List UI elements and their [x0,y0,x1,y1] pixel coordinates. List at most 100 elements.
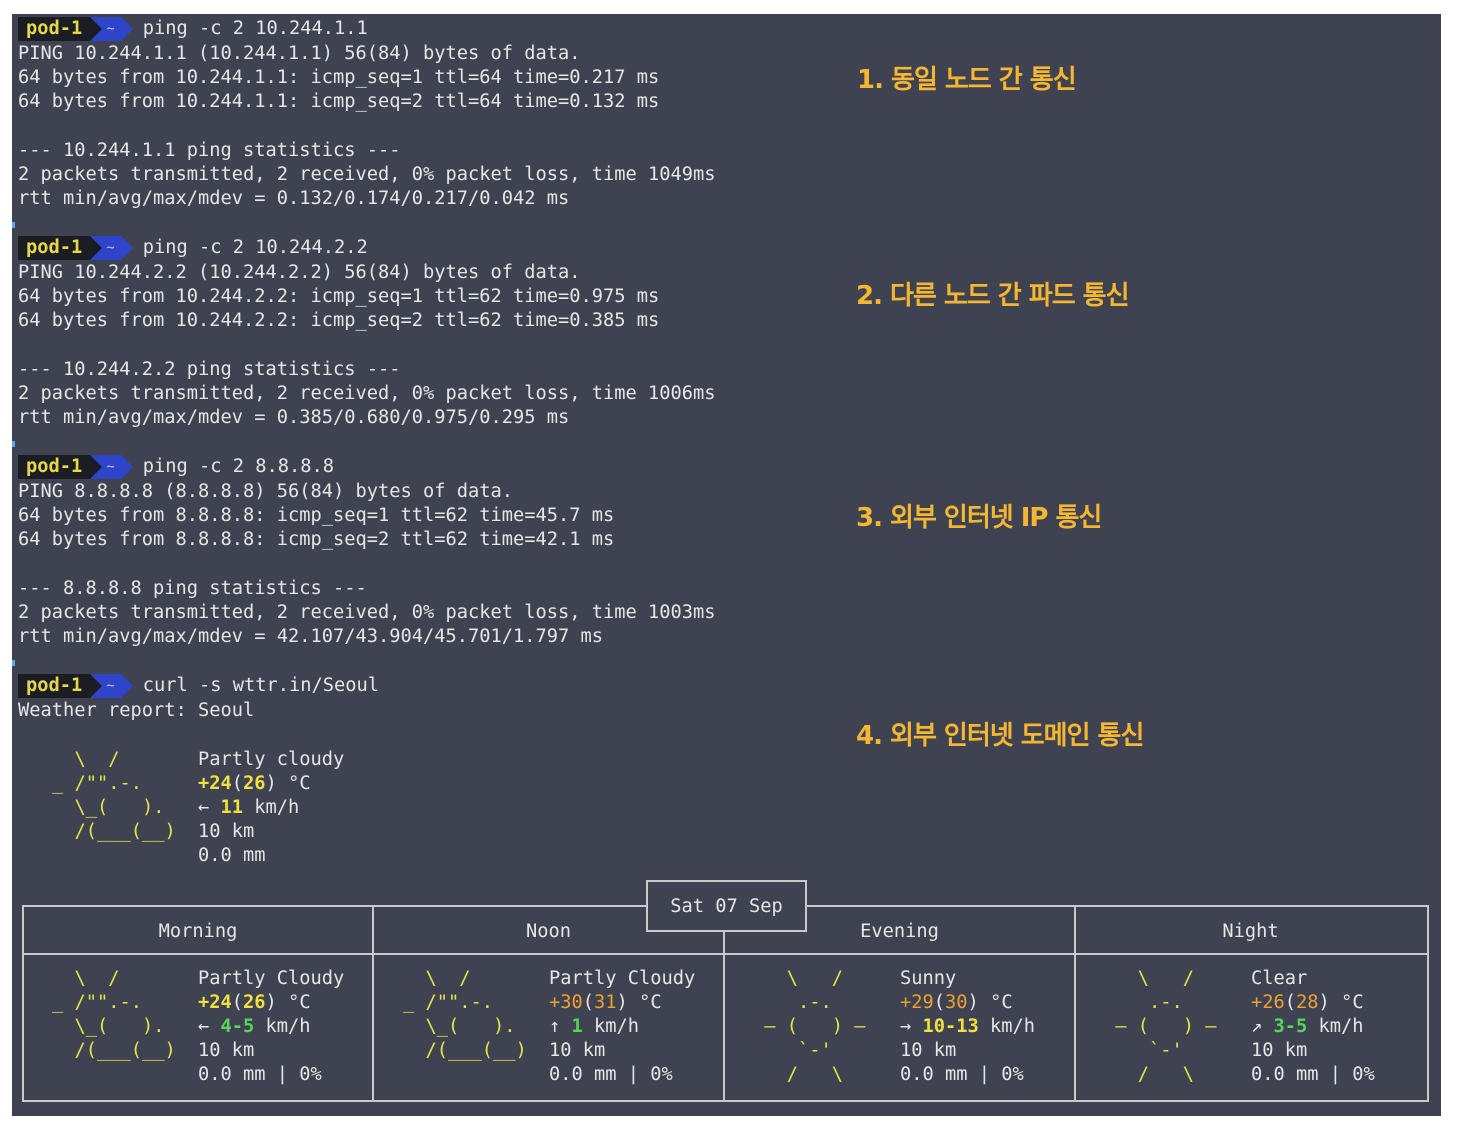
weather-art-line: `-' [1104,1040,1183,1061]
output-line: 64 bytes from 10.244.2.2: icmp_seq=1 ttl… [18,286,660,307]
wind-unit: km/h [254,1016,311,1037]
temp-value: +29 [900,992,934,1013]
terminal-window[interactable]: pod-1 ~ ping -c 2 10.244.1.1 PING 10.244.1… [12,14,1441,1116]
wind-speed: 4-5 [220,1016,255,1037]
weather-art-line: \_( ). [403,1016,516,1037]
period-header-morning: Morning [158,921,238,942]
weather-art-line: \ / [52,968,120,989]
output-line: rtt min/avg/max/mdev = 42.107/43.904/45.… [18,626,604,647]
output-line: Weather report: Seoul [18,700,255,721]
feels-like-value: 30 [945,992,968,1013]
temp-unit: °C [276,992,311,1013]
wind-unit: km/h [243,797,300,818]
scroll-mark [12,222,15,228]
annotation-label: 4. 외부 인터넷 도메인 통신 [856,721,1144,751]
shell-prompt: pod-1 ~ ping -c 2 8.8.8.8 [18,455,334,479]
command-text: curl -s wttr.in/Seoul [142,675,379,696]
output-line: 2 packets transmitted, 2 received, 0% pa… [18,164,716,185]
output-line: rtt min/avg/max/mdev = 0.132/0.174/0.217… [18,188,570,209]
weather-art-line: .-. [1104,992,1183,1013]
weather-wind: ← 4-5 km/h [198,1015,311,1039]
weather-art-line: .-. [753,992,832,1013]
wind-speed: 3-5 [1273,1016,1308,1037]
output-line: 64 bytes from 10.244.1.1: icmp_seq=1 ttl… [18,67,660,88]
prompt-separator [90,455,103,479]
weather-art-line: `-' [753,1040,832,1061]
weather-art-line: / \ [753,1064,844,1085]
wind-unit: km/h [978,1016,1036,1037]
temp-value: +30 [549,992,583,1013]
output-line: 64 bytes from 10.244.1.1: icmp_seq=2 ttl… [18,91,660,112]
output-line: PING 10.244.2.2 (10.244.2.2) 56(84) byte… [18,262,581,283]
output-line: PING 10.244.1.1 (10.244.1.1) 56(84) byte… [18,43,581,64]
weather-visibility: 10 km [198,1040,255,1061]
temp-unit: °C [276,773,311,794]
weather-art-line: / \ [1104,1064,1195,1085]
feels-like-value: 26 [243,992,266,1013]
output-line: 64 bytes from 8.8.8.8: icmp_seq=1 ttl=62… [18,505,615,526]
weather-art-line: _ /"".-. [52,773,143,794]
annotation-label: 2. 다른 노드 간 파드 통신 [856,281,1130,311]
weather-condition: Clear [1251,968,1308,989]
table-divider [723,928,725,1100]
shell-prompt: pod-1 ~ ping -c 2 10.244.2.2 [18,236,368,260]
directory-segment: ~ [102,236,121,260]
temp-unit: °C [978,992,1013,1013]
weather-precipitation: 0.0 mm | 0% [198,1064,322,1085]
weather-precipitation: 0.0 mm | 0% [900,1064,1024,1085]
feels-like-value: 26 [243,773,266,794]
weather-wind: ↗ 3-5 km/h [1251,1015,1364,1039]
wind-unit: km/h [1307,1016,1364,1037]
period-header-evening: Evening [860,921,939,942]
period-header-night: Night [1222,921,1279,942]
weather-condition: Sunny [900,968,957,989]
weather-art-line: \ / [753,968,844,989]
annotation-label: 1. 동일 노드 간 통신 [857,65,1077,95]
command-text: ping -c 2 8.8.8.8 [142,456,334,477]
weather-visibility: 10 km [1251,1040,1308,1061]
wind-arrow-icon: → [900,1016,912,1037]
annotation-label: 3. 외부 인터넷 IP 통신 [856,503,1102,533]
prompt-separator [120,17,133,41]
command-text: ping -c 2 10.244.2.2 [142,237,368,258]
output-line: 2 packets transmitted, 2 received, 0% pa… [18,602,716,623]
pod-name: pod-1 [18,455,91,479]
feels-like-value: 28 [1296,992,1319,1013]
weather-wind: → 10-13 km/h [900,1015,1035,1039]
wind-arrow-icon: ↑ [549,1016,561,1037]
weather-art-line: /(___(__) [403,1040,527,1061]
weather-precipitation: 0.0 mm [198,845,266,866]
pod-name: pod-1 [18,236,91,260]
output-line: 64 bytes from 10.244.2.2: icmp_seq=2 ttl… [18,310,660,331]
output-line: rtt min/avg/max/mdev = 0.385/0.680/0.975… [18,407,570,428]
wind-speed: 10-13 [922,1016,979,1037]
feels-like-value: 31 [594,992,617,1013]
directory-segment: ~ [102,674,121,698]
weather-precipitation: 0.0 mm | 0% [1251,1064,1375,1085]
weather-art-line: \ / [1104,968,1195,989]
weather-condition: Partly Cloudy [198,968,345,989]
prompt-separator [90,674,103,698]
period-header-noon: Noon [525,921,571,942]
weather-art-line: /(___(__) [52,821,176,842]
weather-visibility: 10 km [900,1040,957,1061]
weather-art-line: \ / [403,968,471,989]
prompt-separator [120,236,133,260]
weather-art-line: ― ( ) ― [753,1016,866,1037]
output-line: --- 10.244.2.2 ping statistics --- [18,359,401,380]
output-line: --- 10.244.1.1 ping statistics --- [18,140,401,161]
output-line: PING 8.8.8.8 (8.8.8.8) 56(84) bytes of d… [18,481,514,502]
prompt-separator [90,236,103,260]
weather-condition: Partly Cloudy [549,968,696,989]
wind-unit: km/h [582,1016,640,1037]
weather-art-line: \_( ). [52,797,165,818]
prompt-separator [120,674,133,698]
directory-segment: ~ [102,17,121,41]
weather-wind: ↑ 1 km/h [549,1015,639,1039]
weather-art-line: \_( ). [52,1016,165,1037]
temp-unit: °C [627,992,662,1013]
weather-art-line: \ / [52,749,120,770]
pod-name: pod-1 [18,17,91,41]
temp-value: +24 [198,992,232,1013]
weather-condition: Partly cloudy [198,749,345,770]
